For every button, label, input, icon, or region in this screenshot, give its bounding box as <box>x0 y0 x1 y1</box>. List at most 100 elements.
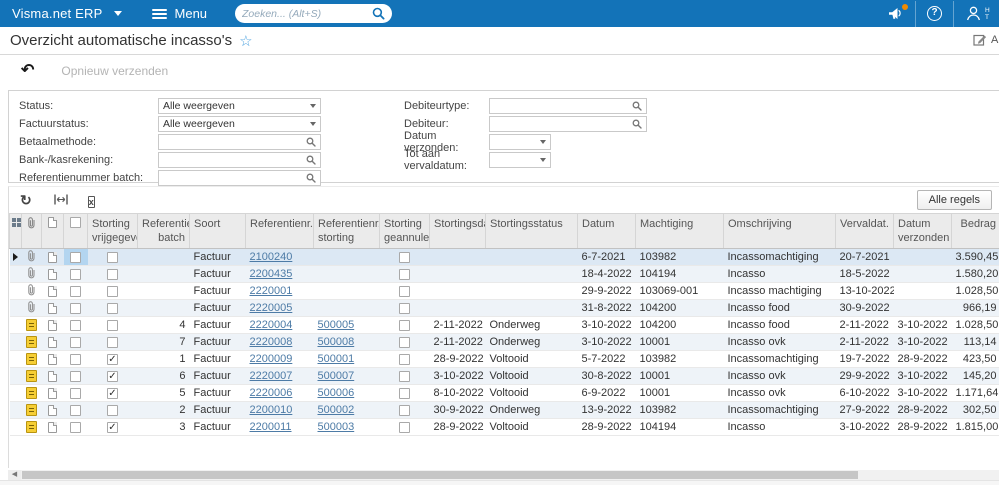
paperclip-icon[interactable] <box>27 249 36 262</box>
referentienr-link[interactable]: 2220006 <box>250 387 293 399</box>
header-machtiging[interactable]: Machtiging <box>635 213 724 249</box>
note-icon[interactable] <box>48 285 57 297</box>
bank-kasrekening-lookup[interactable] <box>158 151 321 168</box>
row-select-checkbox[interactable] <box>70 404 81 416</box>
note-header[interactable] <box>41 213 64 249</box>
scroll-left-arrow-icon[interactable]: ◀ <box>8 470 21 480</box>
indicator-header[interactable] <box>9 213 22 249</box>
vrijgegeven-checkbox[interactable] <box>107 268 118 280</box>
ref_storting-link[interactable]: 500006 <box>318 387 355 399</box>
header-stortingsstatus[interactable]: Stortingsstatus <box>485 213 578 249</box>
lookup-magnifier-icon[interactable] <box>632 119 642 129</box>
debiteurtype-lookup[interactable] <box>489 97 647 114</box>
vrijgegeven-checkbox[interactable] <box>107 336 118 348</box>
help-button[interactable]: ? <box>916 0 953 27</box>
row-select-checkbox[interactable] <box>70 387 81 399</box>
note-icon[interactable] <box>48 370 57 382</box>
geannuleerd-checkbox[interactable] <box>399 251 410 263</box>
geannuleerd-checkbox[interactable] <box>399 421 410 433</box>
vrijgegeven-checkbox[interactable] <box>107 251 118 263</box>
geannuleerd-checkbox[interactable] <box>399 370 410 382</box>
ref_storting-link[interactable]: 500002 <box>318 404 355 416</box>
row-select-checkbox[interactable] <box>70 302 81 314</box>
referentienr-link[interactable]: 2200010 <box>250 404 293 416</box>
lookup-magnifier-icon[interactable] <box>306 173 316 183</box>
referentienr-link[interactable]: 2200435 <box>250 268 293 280</box>
customize-screen-button[interactable]: A <box>973 33 998 46</box>
row-select-checkbox[interactable] <box>70 421 81 433</box>
row-select-checkbox[interactable] <box>70 285 81 297</box>
attached-file-icon[interactable] <box>26 421 37 433</box>
refresh-icon[interactable]: ↻ <box>20 193 32 207</box>
attached-file-icon[interactable] <box>26 387 37 399</box>
table-row[interactable]: ✓ 5 Factuur 2220006 500006 8-10-2022 Voltooid 6… <box>9 384 999 402</box>
table-row[interactable]: 4 Factuur 2220004 500005 2-11-2022 Onderweg 3-… <box>9 316 999 334</box>
table-row[interactable]: ✓ 1 Factuur 2200009 500001 28-9-2022 Voltooid 5… <box>9 350 999 368</box>
header-vervaldat[interactable]: Vervaldat. <box>835 213 894 249</box>
note-icon[interactable] <box>48 336 57 348</box>
vrijgegeven-checkbox[interactable]: ✓ <box>107 370 118 382</box>
geannuleerd-checkbox[interactable] <box>399 319 410 331</box>
referentienr-link[interactable]: 2220008 <box>250 336 293 348</box>
row-select-checkbox[interactable] <box>70 251 81 263</box>
notifications-button[interactable] <box>876 0 915 27</box>
header-datum-verzonden[interactable]: Datum verzonden <box>893 213 952 249</box>
geannuleerd-checkbox[interactable] <box>399 387 410 399</box>
referentienr-link[interactable]: 2220005 <box>250 302 293 314</box>
referentienr-link[interactable]: 2220007 <box>250 370 293 382</box>
table-row[interactable]: 7 Factuur 2220008 500008 2-11-2022 Onderweg 3-… <box>9 333 999 351</box>
note-icon[interactable] <box>48 319 57 331</box>
attached-file-icon[interactable] <box>26 370 37 382</box>
paperclip-icon[interactable] <box>27 283 36 296</box>
table-row[interactable]: 2 Factuur 2200010 500002 30-9-2022 Onderweg 13… <box>9 401 999 419</box>
global-search[interactable] <box>235 4 392 23</box>
vrijgegeven-checkbox[interactable] <box>107 319 118 331</box>
caret-down-icon[interactable] <box>310 103 316 108</box>
vrijgegeven-checkbox[interactable]: ✓ <box>107 421 118 433</box>
scrollbar-track[interactable] <box>21 470 999 480</box>
row-select-checkbox[interactable] <box>70 336 81 348</box>
vrijgegeven-checkbox[interactable] <box>107 302 118 314</box>
geannuleerd-checkbox[interactable] <box>399 285 410 297</box>
geannuleerd-checkbox[interactable] <box>399 302 410 314</box>
note-icon[interactable] <box>48 353 57 365</box>
ref_storting-link[interactable]: 500007 <box>318 370 355 382</box>
lookup-magnifier-icon[interactable] <box>632 101 642 111</box>
selcb-header[interactable] <box>63 213 88 249</box>
row-select-checkbox[interactable] <box>70 268 81 280</box>
favorite-star-icon[interactable]: ☆ <box>239 32 252 50</box>
caret-down-icon[interactable] <box>310 121 316 126</box>
vrijgegeven-checkbox[interactable]: ✓ <box>107 353 118 365</box>
note-icon[interactable] <box>48 217 57 228</box>
note-icon[interactable] <box>48 251 57 263</box>
ref_storting-link[interactable]: 500003 <box>318 421 355 433</box>
note-icon[interactable] <box>48 268 57 280</box>
lookup-magnifier-icon[interactable] <box>306 155 316 165</box>
header-soort[interactable]: Soort <box>189 213 246 249</box>
row-select-checkbox[interactable] <box>70 319 81 331</box>
undo-icon[interactable]: ↶ <box>21 63 34 79</box>
referentienummer-batch-lookup[interactable] <box>158 169 321 186</box>
menu-button[interactable]: Menu <box>151 6 207 21</box>
caret-down-icon[interactable] <box>540 157 546 162</box>
header-referentienr-storting[interactable]: Referentienr. storting <box>313 213 380 249</box>
geannuleerd-checkbox[interactable] <box>399 268 410 280</box>
note-icon[interactable] <box>48 387 57 399</box>
select-all-checkbox[interactable] <box>70 217 81 228</box>
table-row[interactable]: Factuur 2220001 29-9-2022 103069-001 Incasso… <box>9 282 999 300</box>
note-icon[interactable] <box>48 302 57 314</box>
referentienr-link[interactable]: 2200009 <box>250 353 293 365</box>
app-title[interactable]: Visma.net ERP <box>12 6 103 21</box>
geannuleerd-checkbox[interactable] <box>399 336 410 348</box>
table-row[interactable]: ✓ 6 Factuur 2220007 500007 3-10-2022 Voltooid 3… <box>9 367 999 385</box>
referentienr-link[interactable]: 2200011 <box>250 421 292 433</box>
ref_storting-link[interactable]: 500005 <box>318 319 355 331</box>
table-row[interactable]: ✓ 3 Factuur 2200011 500003 28-9-2022 Voltooid 2… <box>9 418 999 436</box>
export-excel-icon[interactable]: x <box>87 193 95 208</box>
column-config-icon[interactable] <box>11 217 22 228</box>
status-select[interactable]: Alle weergeven <box>158 97 321 114</box>
tot-aan-vervaldatum-select[interactable] <box>489 151 551 168</box>
header-datum[interactable]: Datum <box>577 213 636 249</box>
all-rows-button[interactable]: Alle regels <box>916 190 992 210</box>
referentienr-link[interactable]: 2220001 <box>250 285 293 297</box>
